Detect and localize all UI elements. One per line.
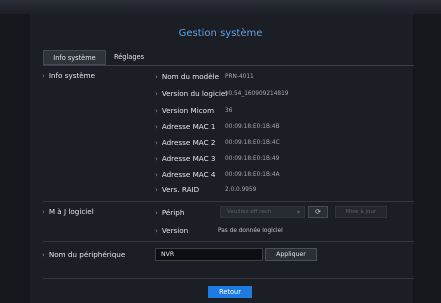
refresh-icon: ⟳ [315,208,321,216]
section-label-update: M à J logiciel [42,207,94,216]
micom-version-label: Version Micom [155,106,214,115]
window-top-bar [0,0,441,14]
version-label: Version [155,226,188,235]
page-title: Gestion système [178,28,263,39]
device-name-input[interactable]: NVR [155,248,263,261]
section-divider [43,278,414,279]
version-value: Pas de donnée logiciel [218,228,283,234]
mac1-value: 00:09:18:E0:1B:4B [225,124,280,130]
mac4-value: 00:09:18:E0:1B:4A [225,172,280,178]
model-name-label: Nom du modèle [155,72,219,81]
mac1-label: Adresse MAC 1 [155,122,216,131]
mac2-value: 00:09:18:E0:1B:4C [225,140,280,146]
apply-button[interactable]: Appliquer [265,248,317,261]
chevron-down-icon: ▾ [296,209,300,216]
micom-version-value: 36 [225,108,233,114]
tab-info-systeme[interactable]: Info système [43,50,106,65]
raid-version-value: 2.0.0.9959 [225,187,257,193]
periph-dropdown[interactable]: Veuillez eff rech ▾ [220,206,305,218]
mac2-label: Adresse MAC 2 [155,138,216,147]
mac3-label: Adresse MAC 3 [155,154,216,163]
section-divider [43,241,414,242]
refresh-button[interactable]: ⟳ [308,206,328,218]
tab-divider [43,65,414,66]
section-divider [43,201,414,202]
update-button[interactable]: Mise à jour [335,206,387,218]
software-version-value: v0.54_160909214819 [225,91,289,97]
mac3-value: 00:09:18:E0:1B:49 [225,156,280,162]
tab-reglages[interactable]: Réglages [111,50,147,65]
back-button[interactable]: Retour [208,286,252,298]
mac4-label: Adresse MAC 4 [155,170,216,179]
periph-label: Périph [155,208,185,217]
software-version-label: Version du logiciel [155,89,227,98]
section-label-info: Info système [42,71,95,80]
section-label-device-name: Nom du périphérique [42,250,125,259]
periph-dropdown-value: Veuillez eff rech [227,209,272,215]
model-name-value: PRN-4011 [225,74,254,80]
raid-version-label: Vers. RAID [155,185,199,194]
